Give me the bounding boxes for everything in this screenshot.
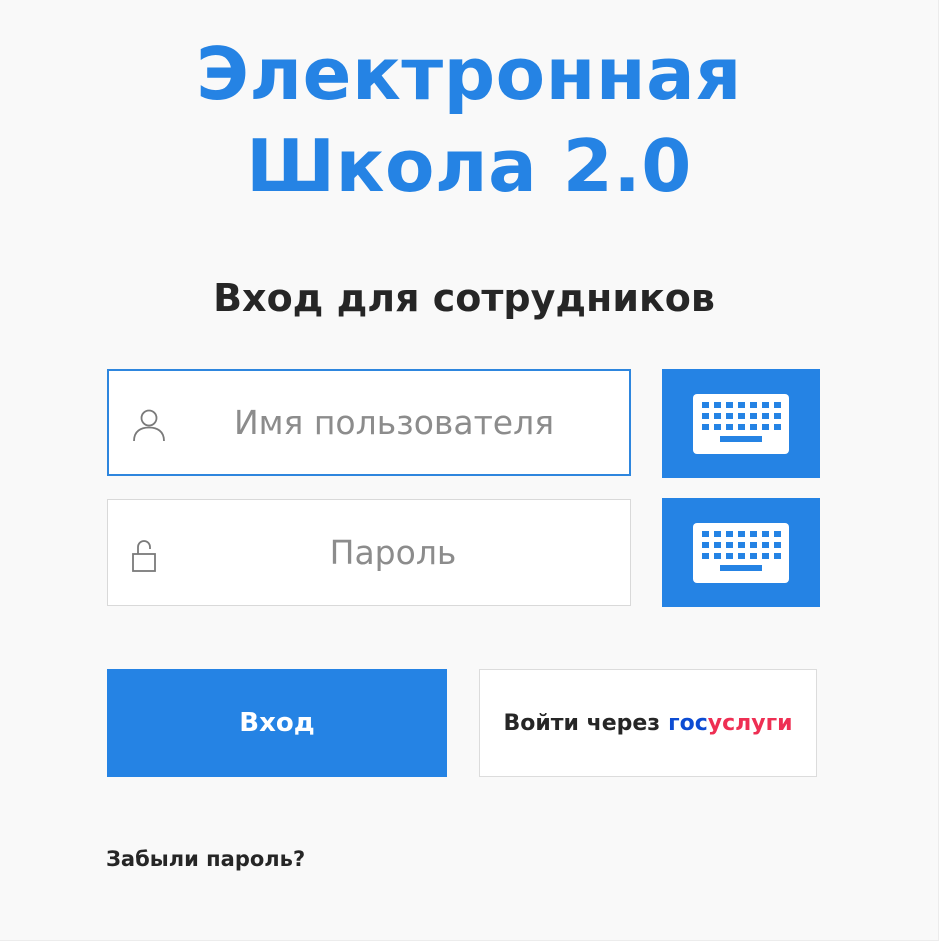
app-title: Электронная Школа 2.0	[0, 28, 938, 212]
username-field[interactable]	[107, 369, 631, 476]
keyboard-icon	[693, 393, 789, 454]
unlock-icon	[132, 540, 156, 572]
forgot-password-link[interactable]: Забыли пароль?	[106, 844, 305, 874]
username-keyboard-button[interactable]	[662, 369, 820, 478]
password-field[interactable]	[107, 499, 631, 606]
password-keyboard-button[interactable]	[662, 498, 820, 607]
password-input[interactable]	[178, 500, 608, 605]
username-input[interactable]	[179, 371, 609, 474]
login-heading: Вход для сотрудников	[213, 276, 715, 320]
user-icon	[133, 409, 165, 442]
app-title-line-2: Школа 2.0	[246, 124, 692, 208]
keyboard-icon	[693, 522, 789, 583]
gosuslugi-brand-part1: гос	[668, 710, 708, 736]
login-panel: Электронная Школа 2.0 Вход для сотрудник…	[0, 0, 939, 941]
gosuslugi-login-button[interactable]: Войти через гос услуги	[479, 669, 817, 777]
gosuslugi-prefix: Войти через	[503, 710, 661, 736]
gosuslugi-brand-part2: услуги	[707, 710, 793, 736]
app-title-line-1: Электронная	[196, 32, 742, 116]
login-button[interactable]: Вход	[107, 669, 447, 777]
